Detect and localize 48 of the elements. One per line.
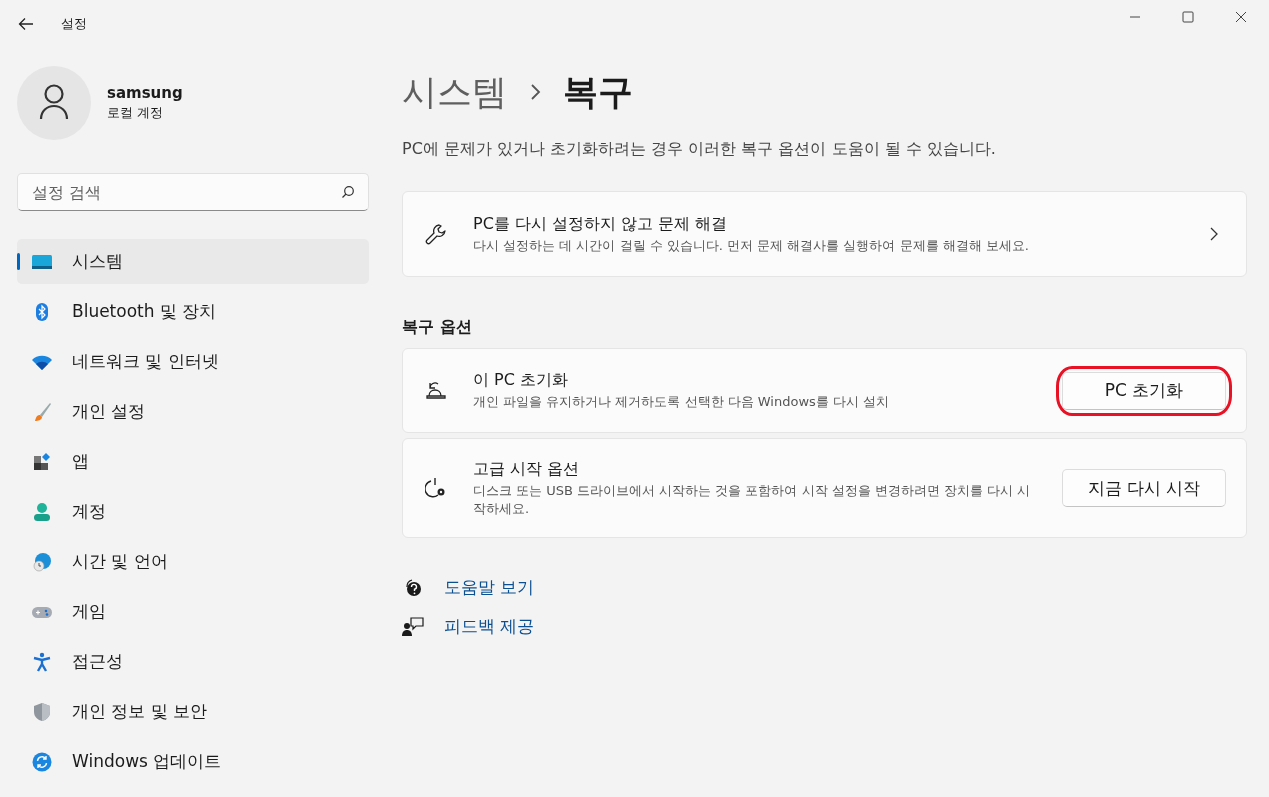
card-subtitle: 다시 설정하는 데 시간이 걸릴 수 있습니다. 먼저 문제 해결사를 실행하여 문제를 해결해 보세요.	[473, 236, 1030, 255]
option-button[interactable]: 지금 다시 시작	[1062, 469, 1226, 507]
shield-icon	[32, 701, 52, 722]
sidebar-item[interactable]: 게임	[17, 589, 369, 634]
sidebar-item[interactable]: 시간 및 언어	[17, 539, 369, 584]
window-title: 설정	[61, 15, 87, 33]
power-gear-icon	[425, 477, 447, 499]
sidebar-item[interactable]: 접근성	[17, 639, 369, 684]
reset-icon	[425, 380, 447, 401]
breadcrumb-item: 복구	[563, 70, 633, 114]
back-arrow-icon[interactable]	[18, 17, 34, 31]
apps-icon	[32, 451, 52, 472]
breadcrumb-item[interactable]: 시스템	[402, 68, 507, 116]
option-title: 고급 시작 옵션	[473, 458, 581, 480]
sidebar-item[interactable]: Windows 업데이트	[17, 739, 369, 784]
avatar-icon	[17, 66, 91, 140]
account-type: 로컬 계정	[107, 104, 165, 122]
sidebar-item[interactable]: 개인 정보 및 보안	[17, 689, 369, 734]
troubleshoot-card[interactable]: PC를 다시 설정하지 않고 문제 해결 다시 설정하는 데 시간이 걸릴 수 있습니다. 먼저 문제 해결사를 실행하여 문제를 해결해 보세요.	[402, 191, 1247, 277]
sidebar-item[interactable]: 계정	[17, 489, 369, 534]
option-title: 이 PC 초기화	[473, 370, 569, 391]
section-heading: 복구 옵션	[402, 317, 473, 338]
card-title: PC를 다시 설정하지 않고 문제 해결	[473, 213, 729, 235]
sidebar-item[interactable]: 네트워크 및 인터넷	[17, 339, 369, 384]
account-name: samsung	[107, 84, 183, 102]
feedback-person-icon	[402, 616, 424, 637]
search-icon[interactable]	[341, 185, 355, 199]
paintbrush-icon	[32, 401, 52, 422]
option-subtitle: 개인 파일을 유지하거나 제거하도록 선택한 다음 Windows를 다시 설치	[473, 393, 891, 411]
sidebar-item[interactable]: 시스템	[17, 239, 369, 284]
chevron-icon	[529, 83, 541, 101]
sidebar-item[interactable]: 앱	[17, 439, 369, 484]
chevron-right-icon	[1210, 227, 1218, 241]
help-link[interactable]: 피드백 제공	[444, 615, 535, 638]
person-icon	[32, 501, 52, 522]
help-link[interactable]: 도움말 보기	[444, 576, 535, 599]
option-button[interactable]: PC 초기화	[1062, 371, 1226, 410]
page-description: PC에 문제가 있거나 초기화하려는 경우 이러한 복구 옵션이 도움이 될 수 있습니다.	[402, 139, 997, 160]
accessibility-icon	[32, 651, 52, 672]
globe-clock-icon	[32, 551, 52, 572]
search-field[interactable]: 설정 검색	[17, 173, 369, 211]
sidebar-item[interactable]: 개인 설정	[17, 389, 369, 434]
wrench-icon	[425, 223, 447, 245]
sidebar-item[interactable]: Bluetooth 및 장치	[17, 289, 369, 334]
sync-icon	[32, 751, 52, 772]
maximize-icon[interactable]	[1182, 11, 1194, 23]
close-icon[interactable]	[1235, 11, 1247, 23]
option-subtitle: 디스크 또는 USB 드라이브에서 시작하는 것을 포함하여 시작 설정을 변경하려면 장치를 다시 시작하세요.	[473, 481, 1032, 518]
